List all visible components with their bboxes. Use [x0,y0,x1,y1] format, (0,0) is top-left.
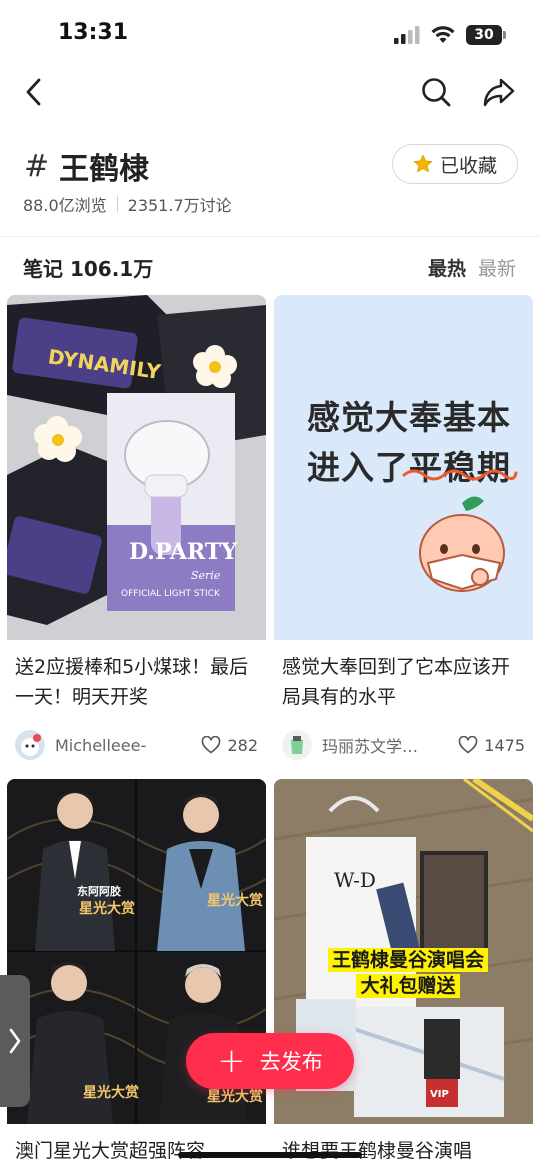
discussions-count: 2351.7万讨论 [127,196,232,215]
note-card[interactable]: W-D VIP 王鹤棣曼谷演唱会 大礼包赠送 谁想要王鹤棣曼谷演唱 [274,779,533,1169]
like-button[interactable]: 282 [201,736,258,755]
hashtag-icon: # [24,148,50,184]
share-icon[interactable] [482,76,516,108]
note-title[interactable]: 感觉大奉回到了它本应该开局具有的水平 [274,640,533,716]
event-name-text: 星光大赏 [207,1088,263,1105]
banner-line1: 王鹤棣曼谷演唱会 [327,948,488,972]
event-name-text: 星光大赏 [83,1084,139,1101]
publish-button[interactable]: + 去发布 [186,1033,354,1089]
author-name[interactable]: 玛丽苏文学… [322,733,458,757]
note-card[interactable]: 东阿阿胶 星光大赏 星光大赏 星光大赏 星光大赏 澳门星光大赏超强阵容 [7,779,266,1169]
like-count: 1475 [484,735,525,755]
publish-label: 去发布 [259,1050,323,1074]
note-title[interactable]: 澳门星光大赏超强阵容 [7,1124,266,1169]
like-button[interactable]: 1475 [458,736,525,755]
peach-mascot-sticker [419,496,505,592]
search-icon[interactable] [420,76,452,108]
topic-name: 王鹤棣 [59,152,150,187]
heart-icon [458,736,478,754]
giveaway-banner: 王鹤棣曼谷演唱会 大礼包赠送 [308,947,508,999]
like-count: 282 [227,735,258,755]
status-time: 13:31 [58,20,129,45]
banner-line2: 大礼包赠送 [356,974,460,998]
battery-icon: 30 [466,25,502,45]
note-cover-image[interactable]: DYNAMILY D.PARTY Serie OFFICIAL LIGHT ST… [7,295,266,640]
notes-count: 笔记 106.1万 [23,257,154,281]
author-name[interactable]: Michelleee- [55,736,201,755]
vip-ticket-text: VIP [430,1089,449,1100]
sort-hot-tab[interactable]: 最热 [428,254,466,281]
box-sub-text: OFFICIAL LIGHT STICK [121,589,221,599]
box-sign-text: Serie [191,569,221,582]
back-icon[interactable] [20,74,50,110]
topic-stats: 88.0亿浏览 2351.7万讨论 [23,192,232,216]
header-divider [0,236,540,237]
views-count: 88.0亿浏览 [23,196,107,215]
event-name-text: 星光大赏 [207,892,263,909]
cover-text-line1: 感觉大奉基本 [307,398,511,437]
sort-tabs: 最热 最新 [428,254,516,281]
note-cover-image[interactable]: 感觉大奉基本 进入了平稳期 [274,295,533,640]
heart-icon [202,736,221,754]
stats-divider [116,196,118,212]
chevron-right-icon [9,1028,21,1054]
battery-cap [503,31,506,39]
star-icon [413,155,433,173]
author-avatar[interactable] [15,730,45,760]
author-avatar[interactable] [282,730,312,760]
note-meta: 玛丽苏文学… 1475 [274,716,533,760]
topic-title: # 王鹤棣 [24,144,149,188]
note-card[interactable]: DYNAMILY D.PARTY Serie OFFICIAL LIGHT ST… [7,295,266,760]
sort-new-tab[interactable]: 最新 [478,254,516,281]
home-indicator[interactable] [178,1152,362,1158]
note-card[interactable]: 感觉大奉基本 进入了平稳期 感觉大奉回到了它本应该开局具有的水平 玛丽苏文学… [274,295,533,760]
note-meta: Michelleee- 282 [7,716,266,760]
wavy-underline [402,469,518,481]
side-drawer-tab[interactable] [0,975,30,1107]
favorite-label: 已收藏 [439,154,497,177]
plus-icon: + [217,1041,246,1081]
event-name-text: 星光大赏 [79,900,135,917]
status-bar: 13:31 30 [0,0,540,72]
cellular-signal-icon [394,26,420,44]
note-title[interactable]: 送2应援棒和5小煤球！最后一天！明天开奖 [7,640,266,716]
note-title[interactable]: 谁想要王鹤棣曼谷演唱 [274,1124,533,1169]
sponsor-badge-text: 东阿阿胶 [77,884,121,898]
box-brand-text: D.PARTY [129,539,237,565]
bag-logo-text: W-D [334,868,376,892]
wifi-icon [431,26,455,43]
favorite-button[interactable]: 已收藏 [392,144,518,184]
light-stick-photo: DYNAMILY D.PARTY Serie OFFICIAL LIGHT ST… [7,295,266,640]
